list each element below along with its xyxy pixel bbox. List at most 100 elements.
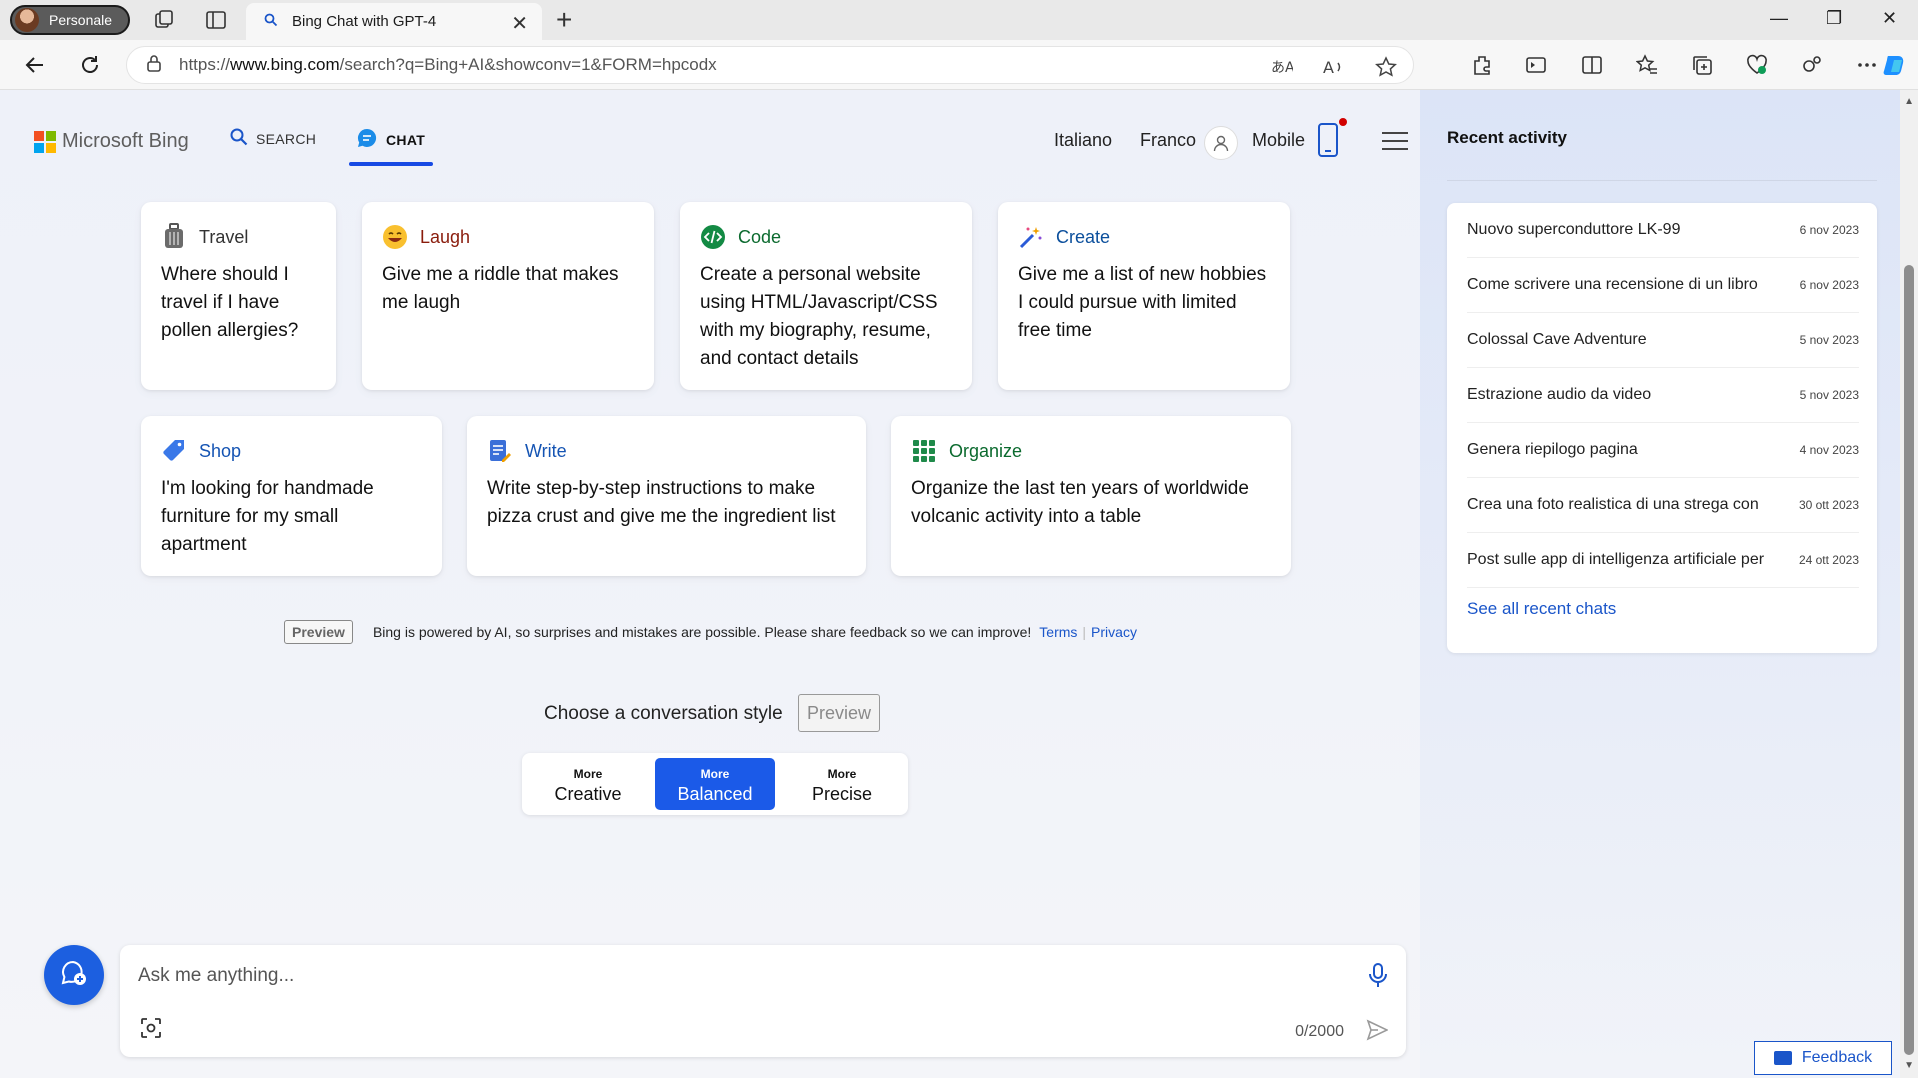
bing-chat-page: Microsoft Bing SEARCH CHAT Italiano Fran… [0, 90, 1918, 1078]
address-bar[interactable]: https://www.bing.com/search?q=Bing+AI&sh… [126, 46, 1414, 84]
conversation-style-label: Choose a conversation style [544, 703, 783, 724]
recent-item[interactable]: Genera riepilogo pagina 4 nov 2023 [1467, 423, 1859, 478]
restore-icon[interactable]: ❐ [1826, 8, 1842, 29]
tab-bing-chat[interactable]: Bing Chat with GPT-4 ✕ [246, 3, 542, 40]
close-tab-icon[interactable]: ✕ [511, 11, 528, 36]
svg-text:A: A [1323, 58, 1334, 76]
recent-item[interactable]: Colossal Cave Adventure 5 nov 2023 [1467, 313, 1859, 368]
lock-icon[interactable] [147, 54, 161, 77]
prompt-card-shop[interactable]: Shop I'm looking for handmade furniture … [141, 416, 442, 576]
character-counter: 0/2000 [1295, 1023, 1344, 1040]
url-path: /search?q=Bing+AI&showconv=1&FORM=hpcodx [339, 55, 717, 74]
card-title: Organize [949, 440, 1023, 461]
prompt-card-code[interactable]: Code Create a personal website using HTM… [680, 202, 972, 390]
send-icon[interactable] [1366, 1019, 1389, 1046]
card-title: Write [525, 440, 567, 461]
card-text: I'm looking for handmade furniture for m… [161, 478, 374, 555]
favorites-icon[interactable] [1635, 53, 1659, 77]
recent-item[interactable]: Come scrivere una recensione di un libro… [1467, 258, 1859, 313]
card-title: Shop [199, 440, 242, 461]
new-tab-icon[interactable]: + [556, 6, 572, 34]
minimize-icon[interactable]: ― [1770, 8, 1788, 29]
style-precise-button[interactable]: More Precise [782, 758, 902, 810]
recent-item[interactable]: Estrazione audio da video 5 nov 2023 [1467, 368, 1859, 423]
mobile-link[interactable]: Mobile [1252, 130, 1305, 151]
card-text: Organize the last ten years of worldwide… [911, 478, 1249, 527]
image-capture-icon[interactable] [140, 1017, 162, 1044]
laughing-face-icon [382, 224, 408, 250]
grid-table-icon [911, 438, 937, 464]
style-creative-button[interactable]: More Creative [528, 758, 648, 810]
refresh-icon[interactable] [77, 52, 103, 78]
preview-badge: Preview [284, 620, 353, 644]
profile-button[interactable]: Personale [10, 5, 130, 35]
search-icon [230, 128, 248, 149]
copilot-icon[interactable] [1880, 53, 1910, 77]
microsoft-bing-logo[interactable]: Microsoft Bing [34, 130, 189, 153]
prompt-card-travel[interactable]: Travel Where should I travel if I have p… [141, 202, 336, 390]
scroll-up-arrow-icon[interactable]: ▲ [1904, 96, 1914, 107]
browser-toolbar: https://www.bing.com/search?q=Bing+AI&sh… [0, 40, 1918, 90]
see-all-recent-chats-link[interactable]: See all recent chats [1467, 599, 1616, 619]
terms-link[interactable]: Terms [1039, 624, 1077, 640]
profile-label: Personale [49, 12, 113, 28]
tab-chat-label: CHAT [386, 131, 426, 148]
card-text: Create a personal website using HTML/Jav… [700, 264, 938, 369]
svg-text:あA: あA [1271, 60, 1293, 76]
feedback-icon [1773, 1051, 1792, 1065]
document-pen-icon [487, 438, 513, 464]
prompt-card-organize[interactable]: Organize Organize the last ten years of … [891, 416, 1291, 576]
scroll-down-arrow-icon[interactable]: ▼ [1904, 1060, 1914, 1071]
favorite-star-icon[interactable] [1375, 56, 1397, 78]
vertical-tabs-icon[interactable] [204, 8, 228, 32]
scrollbar-thumb[interactable] [1904, 265, 1914, 1055]
extensions-icon[interactable] [1470, 53, 1494, 77]
privacy-link[interactable]: Privacy [1091, 624, 1137, 640]
tab-search-label: SEARCH [256, 130, 317, 147]
cast-icon[interactable] [1524, 53, 1548, 77]
feedback-button[interactable]: Feedback [1754, 1041, 1892, 1075]
microsoft-logo-icon [34, 130, 56, 153]
card-title: Code [738, 226, 782, 247]
chat-input-box: 0/2000 [120, 945, 1406, 1057]
magic-wand-icon [1018, 224, 1044, 250]
tab-chat[interactable]: CHAT [357, 128, 425, 151]
ask-input[interactable] [138, 959, 1318, 993]
recent-item[interactable]: Crea una foto realistica di una strega c… [1467, 478, 1859, 533]
new-topic-button[interactable] [44, 945, 104, 1005]
conversation-style-preview-badge: Preview [798, 694, 881, 732]
card-title: Create [1056, 226, 1111, 247]
page-scrollbar[interactable]: ▲ ▼ [1900, 90, 1918, 1078]
url-prefix: https:// [179, 55, 231, 74]
mobile-phone-icon[interactable] [1317, 122, 1339, 163]
profile-avatar [15, 8, 39, 32]
performance-icon[interactable] [1800, 53, 1824, 77]
split-screen-icon[interactable] [1580, 53, 1604, 77]
recent-item[interactable]: Nuovo superconduttore LK-99 6 nov 2023 [1467, 203, 1859, 258]
hamburger-menu-icon[interactable] [1382, 132, 1408, 156]
browser-titlebar: Personale Bing Chat with GPT-4 ✕ + ― ❐ ✕ [0, 0, 1918, 40]
prompt-card-write[interactable]: Write Write step-by-step instructions to… [467, 416, 866, 576]
read-aloud-icon[interactable]: A [1323, 56, 1345, 78]
more-options-icon[interactable] [1855, 53, 1879, 77]
new-topic-icon [59, 958, 89, 993]
style-balanced-button[interactable]: More Balanced [655, 758, 775, 810]
url-host: www.bing.com [230, 55, 340, 74]
user-avatar-icon[interactable] [1204, 126, 1238, 160]
recent-item[interactable]: Post sulle app di intelligenza artificia… [1467, 533, 1859, 588]
back-arrow-icon[interactable] [22, 52, 48, 78]
close-window-icon[interactable]: ✕ [1882, 8, 1897, 29]
prompt-card-create[interactable]: Create Give me a list of new hobbies I c… [998, 202, 1290, 390]
workspaces-icon[interactable] [152, 8, 176, 32]
divider [1447, 180, 1877, 181]
code-icon [700, 224, 726, 250]
browser-essentials-icon[interactable] [1745, 53, 1769, 77]
translate-icon[interactable]: あA [1271, 56, 1293, 78]
card-title: Travel [199, 226, 249, 247]
microphone-icon[interactable] [1368, 963, 1388, 994]
prompt-card-laugh[interactable]: Laugh Give me a riddle that makes me lau… [362, 202, 654, 390]
tab-search[interactable]: SEARCH [230, 128, 316, 149]
collections-icon[interactable] [1690, 53, 1714, 77]
language-selector[interactable]: Italiano [1054, 130, 1112, 151]
user-name[interactable]: Franco [1140, 130, 1196, 151]
